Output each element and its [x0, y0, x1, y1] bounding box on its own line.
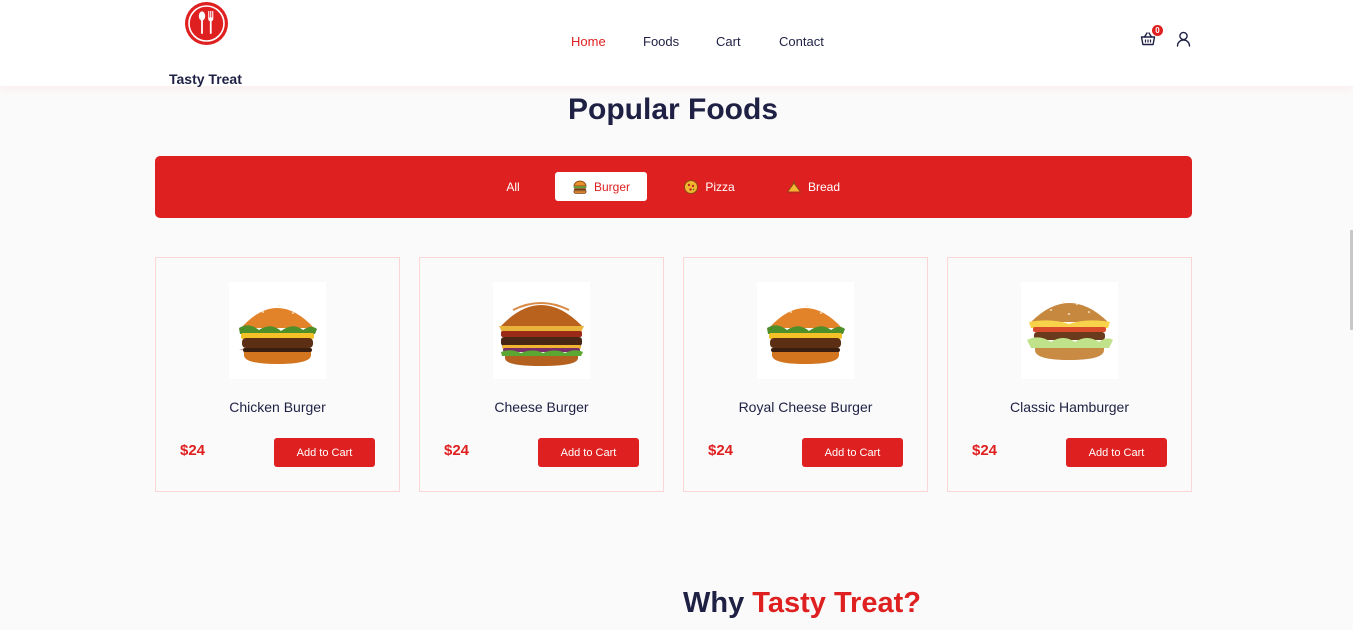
product-image[interactable] — [229, 282, 326, 379]
filter-bread[interactable]: Bread — [777, 172, 849, 201]
filter-label: Pizza — [705, 179, 735, 194]
nav-item-home[interactable]: Home — [571, 34, 606, 49]
product-card: Chicken Burger $24 Add to Cart — [155, 257, 400, 492]
user-button[interactable] — [1176, 31, 1191, 47]
product-price: $24 — [444, 442, 470, 459]
user-icon — [1176, 31, 1191, 47]
bread-icon — [786, 180, 801, 193]
nav-item-foods[interactable]: Foods — [643, 34, 679, 49]
burger-image — [239, 305, 317, 364]
product-image[interactable] — [757, 282, 854, 379]
spoon-fork-icon — [188, 5, 225, 42]
add-to-cart-button[interactable]: Add to Cart — [1066, 438, 1167, 467]
product-card: Classic Hamburger $24 Add to Cart — [947, 257, 1192, 492]
pizza-icon — [684, 179, 699, 194]
product-name: Chicken Burger — [229, 399, 326, 415]
add-to-cart-button[interactable]: Add to Cart — [538, 438, 639, 467]
logo[interactable] — [185, 2, 228, 45]
nav-item-cart[interactable]: Cart — [716, 34, 741, 49]
product-price: $24 — [972, 442, 998, 459]
burger-image — [1027, 301, 1113, 360]
product-name: Classic Hamburger — [1009, 399, 1130, 415]
product-card: Royal Cheese Burger $24 Add to Cart — [683, 257, 928, 492]
product-price: $24 — [180, 442, 206, 459]
filter-burger[interactable]: Burger — [555, 172, 647, 201]
category-filter-bar: All Burger Pizza Bread — [155, 156, 1192, 218]
nav-item-contact[interactable]: Contact — [779, 34, 824, 49]
why-title-prefix: Why — [683, 587, 745, 619]
filter-pizza[interactable]: Pizza — [675, 172, 743, 201]
why-title-accent: Tasty Treat? — [752, 587, 921, 619]
add-to-cart-button[interactable]: Add to Cart — [802, 438, 903, 467]
product-image[interactable] — [493, 282, 590, 379]
product-name: Cheese Burger — [494, 399, 589, 415]
site-header: Tasty Treat Home Foods Cart Contact 0 — [0, 0, 1353, 87]
product-price: $24 — [708, 442, 734, 459]
filter-label: All — [506, 179, 520, 194]
filter-label: Bread — [807, 179, 841, 194]
product-image[interactable] — [1021, 282, 1118, 379]
cart-count-badge: 0 — [1152, 25, 1163, 36]
product-card: Cheese Burger $24 Add to Cart — [419, 257, 664, 492]
burger-icon — [573, 180, 587, 194]
why-section-title: Why Tasty Treat? — [683, 587, 921, 620]
burger-image — [767, 305, 845, 364]
section-title: Popular Foods — [568, 93, 778, 126]
filter-label: Burger — [593, 179, 631, 194]
product-name: Royal Cheese Burger — [738, 399, 873, 415]
brand-name: Tasty Treat — [169, 71, 242, 87]
add-to-cart-button[interactable]: Add to Cart — [274, 438, 375, 467]
filter-all[interactable]: All — [495, 172, 531, 201]
burger-image — [499, 302, 584, 366]
